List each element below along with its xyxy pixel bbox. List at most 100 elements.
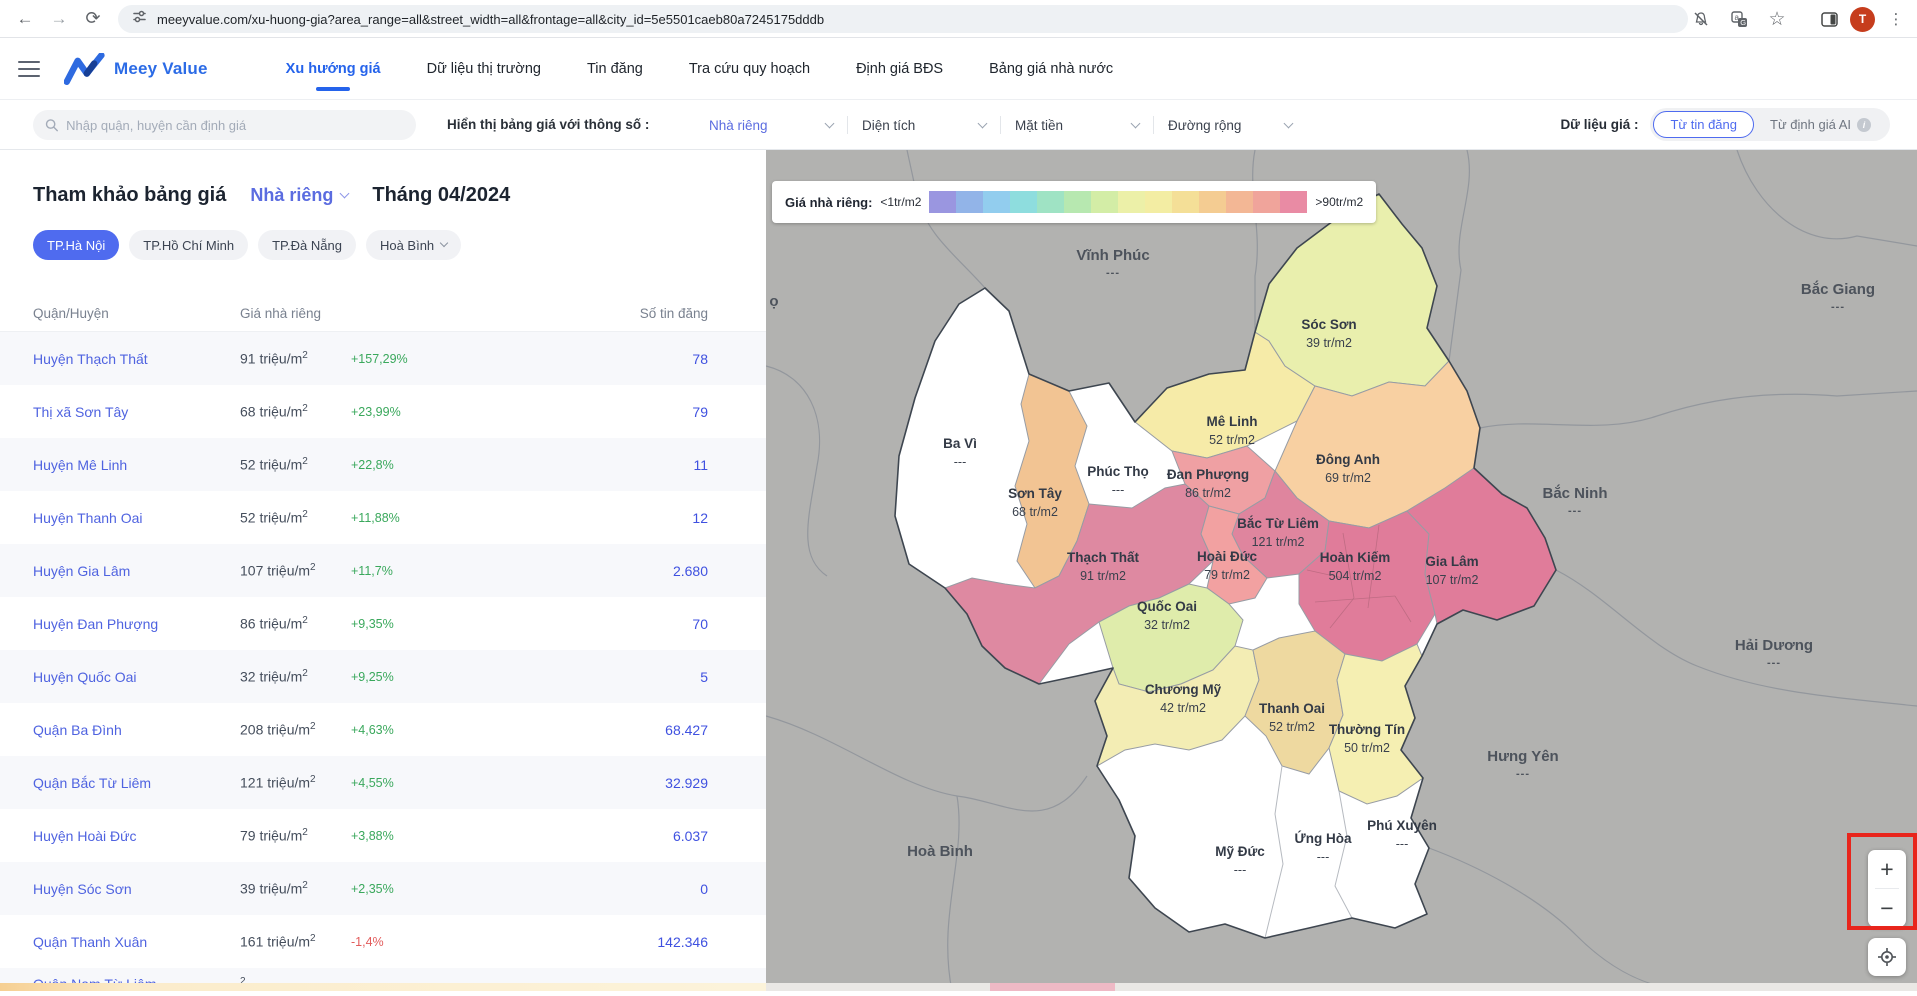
legend-swatch (1064, 191, 1091, 213)
listing-count[interactable]: 11 (588, 457, 708, 473)
listing-count[interactable]: 2.680 (588, 563, 708, 579)
district-link[interactable]: Quận Thanh Xuân (33, 934, 240, 950)
col-listings: Số tin đăng (588, 306, 708, 321)
district-link[interactable]: Huyện Đan Phượng (33, 616, 240, 632)
legend-swatch (1253, 191, 1280, 213)
table-row: Huyện Sóc Sơn 39 triệu/m2 +2,35% 0 (0, 862, 766, 915)
svg-text:50 tr/m2: 50 tr/m2 (1344, 741, 1390, 755)
site-settings-icon[interactable] (132, 9, 147, 29)
district-search[interactable] (33, 110, 416, 140)
bottom-banner-edge (0, 983, 1917, 991)
district-price: 52 triệu/m2 (240, 456, 351, 473)
nav-dinh-gia-bds[interactable]: Định giá BĐS (856, 51, 943, 87)
partial-province-label: ọ (769, 293, 778, 310)
nav-bang-gia-nha-nuoc[interactable]: Bảng giá nhà nước (989, 51, 1113, 87)
col-price: Giá nhà riêng (240, 306, 351, 321)
forward-icon[interactable]: → (42, 4, 76, 34)
dropdown-frontage[interactable]: Mặt tiền (1001, 118, 1153, 133)
address-bar[interactable]: meeyvalue.com/xu-huong-gia?area_range=al… (118, 5, 1688, 33)
table-row: Huyện Thanh Oai 52 triệu/m2 +11,88% 12 (0, 491, 766, 544)
district-link[interactable]: Huyện Thanh Oai (33, 510, 240, 526)
listing-count[interactable]: 12 (588, 510, 708, 526)
listing-count[interactable]: 68.427 (588, 722, 708, 738)
zoom-out-button[interactable]: − (1868, 889, 1906, 927)
property-type-selector[interactable]: Nhà riêng (250, 185, 348, 206)
svg-text:Hải Dương: Hải Dương (1735, 637, 1813, 654)
legend-swatch (1199, 191, 1226, 213)
listing-count[interactable]: 5 (588, 669, 708, 685)
reload-icon[interactable]: ⟳ (76, 4, 110, 34)
district-link[interactable]: Huyện Hoài Đức (33, 828, 240, 844)
legend-min: <1tr/m2 (880, 195, 921, 209)
hamburger-menu-icon[interactable] (18, 56, 40, 82)
svg-text:39 tr/m2: 39 tr/m2 (1306, 336, 1352, 350)
district-link[interactable]: Huyện Thạch Thất (33, 351, 240, 367)
browser-toolbar: ← → ⟳ meeyvalue.com/xu-huong-gia?area_ra… (0, 0, 1917, 38)
district-price: 107 triệu/m2 (240, 562, 351, 579)
district-link[interactable]: Huyện Gia Lâm (33, 563, 240, 579)
browser-menu-icon[interactable]: ⋮ (1879, 4, 1913, 34)
price-table-panel: Tham khảo bảng giá Nhà riêng Tháng 04/20… (0, 150, 766, 991)
price-change: +9,25% (351, 670, 588, 684)
profile-avatar[interactable]: T (1850, 7, 1875, 32)
table-header: Quận/Huyện Giá nhà riêng Số tin đăng (0, 296, 766, 332)
source-from-ai[interactable]: Từ định giá AI i (1754, 112, 1887, 137)
svg-text:121 tr/m2: 121 tr/m2 (1252, 535, 1305, 549)
district-link[interactable]: Thị xã Sơn Tây (33, 404, 240, 420)
filter-bar: Hiển thị bảng giá với thông số : Nhà riê… (0, 100, 1917, 150)
district-link[interactable]: Quận Bắc Từ Liêm (33, 775, 240, 791)
legend-gradient (929, 191, 1307, 213)
district-link[interactable]: Huyện Mê Linh (33, 457, 240, 473)
legend-swatch (1145, 191, 1172, 213)
back-icon[interactable]: ← (8, 4, 42, 34)
city-tab-hcm[interactable]: TP.Hồ Chí Minh (129, 230, 248, 260)
svg-text:Thường Tín: Thường Tín (1329, 722, 1405, 737)
zoom-in-button[interactable]: + (1868, 850, 1906, 888)
nav-tin-dang[interactable]: Tin đăng (587, 51, 643, 87)
source-from-listings[interactable]: Từ tin đăng (1653, 111, 1754, 138)
dropdown-property-type[interactable]: Nhà riêng (695, 118, 847, 133)
dropdown-area[interactable]: Diện tích (848, 118, 1000, 133)
svg-text:Gia Lâm: Gia Lâm (1425, 554, 1478, 569)
price-change: -1,4% (351, 935, 588, 949)
meeyvalue-logo[interactable]: Meey Value (64, 53, 208, 85)
svg-text:Mê Linh: Mê Linh (1207, 414, 1258, 429)
city-tab-danang[interactable]: TP.Đà Nẵng (258, 230, 356, 260)
locate-button[interactable] (1868, 938, 1906, 976)
search-icon (45, 118, 58, 132)
svg-text:---: --- (1396, 837, 1409, 851)
city-tab-hoabinh[interactable]: Hoà Bình (366, 230, 461, 260)
display-params-label: Hiển thị bảng giá với thông số : (447, 117, 649, 132)
info-icon[interactable]: i (1857, 118, 1871, 132)
price-map[interactable]: Ba Vì--- Sơn Tây68 tr/m2 Phúc Thọ--- Mê … (766, 150, 1917, 991)
nav-tra-cuu-quy-hoach[interactable]: Tra cứu quy hoạch (689, 51, 810, 87)
district-link[interactable]: Quận Ba Đình (33, 722, 240, 738)
hanoi-districts-map[interactable]: Ba Vì--- Sơn Tây68 tr/m2 Phúc Thọ--- Mê … (766, 150, 1917, 991)
nav-du-lieu-thi-truong[interactable]: Dữ liệu thị trường (427, 51, 541, 87)
district-link[interactable]: Huyện Sóc Sơn (33, 881, 240, 897)
listing-count[interactable]: 79 (588, 404, 708, 420)
district-price: 79 triệu/m2 (240, 827, 351, 844)
table-row: Quận Bắc Từ Liêm 121 triệu/m2 +4,55% 32.… (0, 756, 766, 809)
listing-count[interactable]: 6.037 (588, 828, 708, 844)
svg-text:---: --- (1106, 267, 1120, 279)
svg-text:91 tr/m2: 91 tr/m2 (1080, 569, 1126, 583)
district-price: 91 triệu/m2 (240, 350, 351, 367)
chevron-down-icon (825, 118, 835, 128)
district-link[interactable]: Huyện Quốc Oai (33, 669, 240, 685)
listing-count[interactable]: 70 (588, 616, 708, 632)
district-price: 208 triệu/m2 (240, 721, 351, 738)
nav-xu-huong-gia[interactable]: Xu hướng giá (286, 51, 381, 87)
listing-count[interactable]: 0 (588, 881, 708, 897)
side-panel-icon[interactable] (1812, 4, 1846, 34)
bookmark-star-icon[interactable]: ☆ (1760, 4, 1794, 34)
city-tab-hanoi[interactable]: TP.Hà Nội (33, 230, 119, 260)
dropdown-street-width[interactable]: Đường rộng (1154, 118, 1306, 133)
notifications-blocked-icon[interactable] (1684, 4, 1718, 34)
listing-count[interactable]: 32.929 (588, 775, 708, 791)
translate-icon[interactable]: a G (1722, 4, 1756, 34)
listing-count[interactable]: 78 (588, 351, 708, 367)
table-row: Quận Thanh Xuân 161 triệu/m2 -1,4% 142.3… (0, 915, 766, 968)
search-input[interactable] (66, 118, 404, 133)
listing-count[interactable]: 142.346 (588, 934, 708, 950)
